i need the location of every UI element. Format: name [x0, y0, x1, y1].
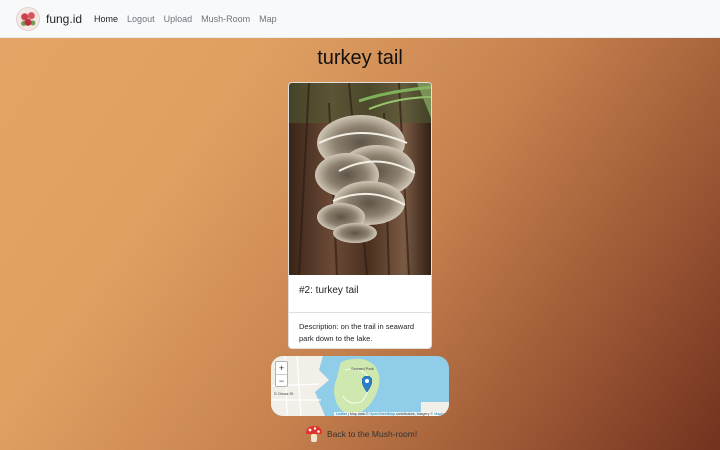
nav-link-mush-room[interactable]: Mush-Room: [201, 14, 250, 24]
map-park-label: Seward Park: [351, 366, 374, 371]
map-attribution: Leaflet | Map data © OpenStreetMap contr…: [334, 412, 449, 416]
brand-link[interactable]: fung.id: [16, 6, 83, 31]
map-marker-icon[interactable]: [362, 376, 372, 392]
red-mushroom-icon: [306, 426, 322, 442]
osm-link[interactable]: OpenStreetMap: [369, 412, 394, 416]
attribution-sep: | Map data ©: [346, 412, 370, 416]
location-map[interactable]: + − Seward Park S Orcas St Leaflet | Map…: [271, 356, 449, 416]
back-to-mush-room-link[interactable]: Back to the Mush-room!: [305, 425, 417, 443]
back-link-label: Back to the Mush-room!: [327, 429, 418, 439]
zoom-out-button[interactable]: −: [276, 374, 287, 386]
attribution-rest: contributors, Imagery ©: [394, 412, 435, 416]
map-tiles[interactable]: [271, 356, 449, 416]
leaflet-link[interactable]: Leaflet: [336, 412, 347, 416]
nav-link-map[interactable]: Map: [259, 14, 277, 24]
turkey-tail-mushroom-photo: [289, 83, 431, 275]
zoom-in-button[interactable]: +: [276, 362, 287, 374]
mushroom-wreath-logo-icon: [16, 6, 40, 31]
nav-link-upload[interactable]: Upload: [164, 14, 193, 24]
card-header: #2: turkey tail: [289, 275, 431, 313]
mushroom-card: #2: turkey tail Description: on the trai…: [288, 82, 432, 349]
nav-link-home[interactable]: Home: [94, 14, 118, 24]
card-description: Description: on the trail in seaward par…: [299, 322, 415, 343]
page-title: turkey tail: [317, 47, 403, 69]
mapbox-link[interactable]: Mapbox: [434, 412, 447, 416]
zoom-control: + −: [275, 361, 288, 387]
navbar: fung.id Home Logout Upload Mush-Room Map: [0, 0, 720, 38]
card-title: #2: turkey tail: [299, 285, 359, 296]
brand-name: fung.id: [46, 11, 83, 26]
map-street-label: S Orcas St: [274, 391, 294, 396]
nav-link-logout[interactable]: Logout: [127, 14, 155, 24]
